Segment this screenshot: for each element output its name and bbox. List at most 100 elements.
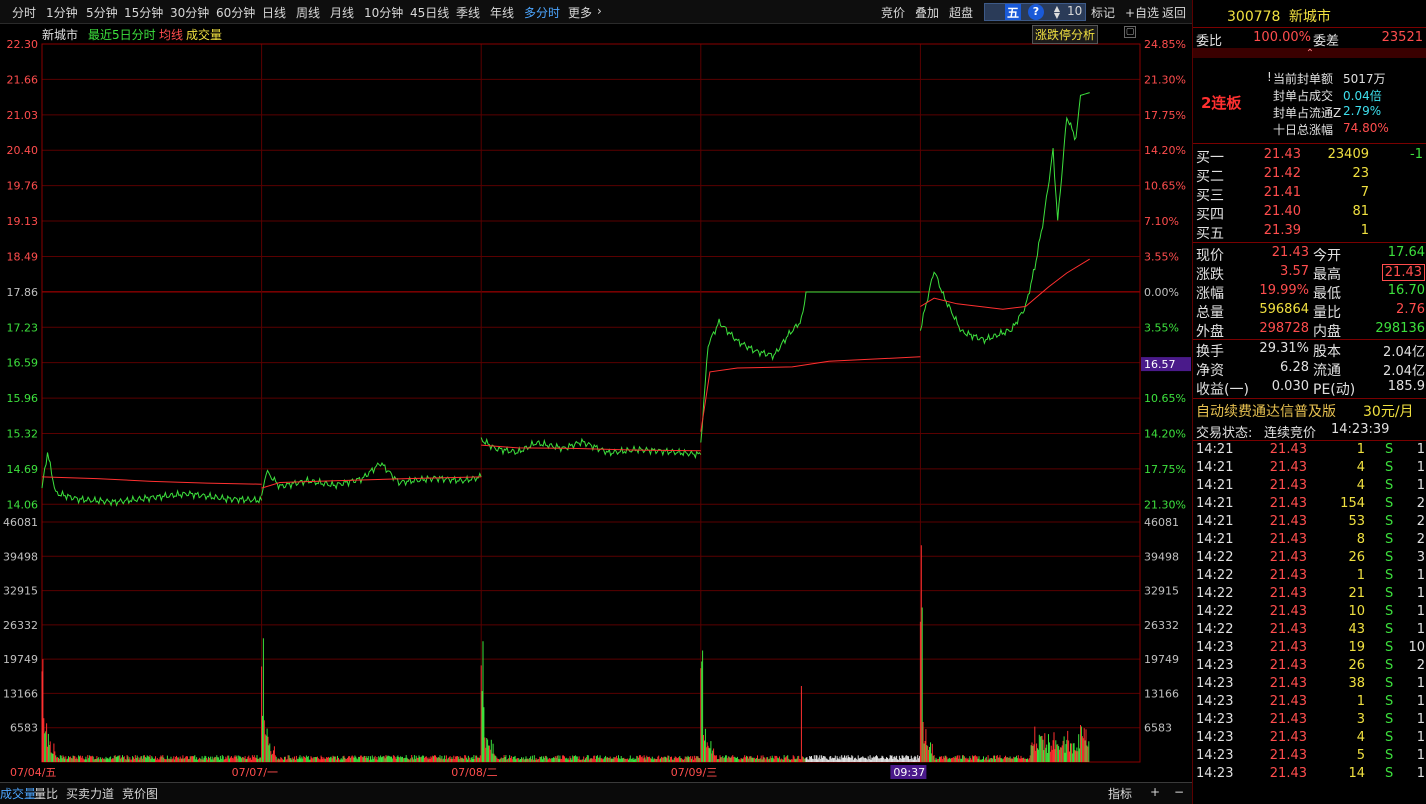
tick-row: 14:21 21.43 4 S 1 bbox=[1193, 460, 1426, 478]
tick-side: S bbox=[1385, 748, 1394, 763]
period-tab-3[interactable]: 15分钟 bbox=[124, 4, 163, 21]
volume-tick-label: 46081 bbox=[3, 516, 38, 529]
period-tab-5[interactable]: 60分钟 bbox=[216, 4, 255, 21]
five-grade-button[interactable]: 五 bbox=[1005, 4, 1022, 20]
tick-time: 14:21 bbox=[1196, 478, 1234, 493]
tick-time: 14:23 bbox=[1196, 730, 1234, 745]
tick-row: 14:23 21.43 5 S 1 bbox=[1193, 748, 1426, 766]
tick-time: 14:22 bbox=[1196, 586, 1234, 601]
zoom-in-button[interactable]: + bbox=[1150, 785, 1160, 799]
bid-price: 21.39 bbox=[1263, 223, 1301, 238]
tick-row: 14:23 21.43 14 S 1 bbox=[1193, 766, 1426, 784]
auction-button[interactable]: 竞价 bbox=[878, 3, 908, 21]
period-tab-2[interactable]: 5分钟 bbox=[86, 4, 118, 21]
price-tick-label: 19.76 bbox=[7, 180, 39, 193]
super-button[interactable]: 超盘 bbox=[946, 3, 976, 21]
bid-row[interactable]: 买二 21.42 23 bbox=[1193, 166, 1426, 185]
volume-tick-label-right: 46081 bbox=[1144, 516, 1179, 529]
fund-row: 收益(一) 0.030 PE(动) 185.9 bbox=[1193, 379, 1426, 398]
tick-price: 21.43 bbox=[1269, 586, 1307, 601]
more-chevron-icon[interactable]: › bbox=[597, 4, 602, 18]
tick-price: 21.43 bbox=[1269, 748, 1307, 763]
tick-volume: 1 bbox=[1356, 568, 1365, 583]
bid-row[interactable]: 买一 21.43 23409 -1 bbox=[1193, 147, 1426, 166]
date-label: 07/08/二 bbox=[451, 766, 497, 779]
mark-button[interactable]: 标记 bbox=[1088, 3, 1118, 21]
volume-tick-label: 19749 bbox=[3, 653, 38, 666]
tick-side: S bbox=[1385, 658, 1394, 673]
quote-label: 涨幅 bbox=[1196, 286, 1224, 302]
chart-canvas[interactable]: 22.30 24.85% 21.66 21.30% 21.03 17.75% 20.40 14… bbox=[0, 24, 1192, 782]
promo-text[interactable]: 自动续费通达信普及版 bbox=[1196, 401, 1336, 421]
tick-time: 14:21 bbox=[1196, 460, 1234, 475]
indicator-tab-0[interactable]: 成交量 bbox=[0, 785, 36, 802]
bid-volume: 23409 bbox=[1327, 147, 1369, 162]
period-tab-12[interactable]: 年线 bbox=[490, 4, 514, 21]
period-tab-10[interactable]: 45日线 bbox=[410, 4, 449, 21]
tick-row: 14:22 21.43 26 S 3 bbox=[1193, 550, 1426, 568]
tick-side: S bbox=[1385, 694, 1394, 709]
tick-row: 14:23 21.43 19 S 10 bbox=[1193, 640, 1426, 658]
tick-count: 2 bbox=[1416, 532, 1425, 547]
help-icon[interactable]: ? bbox=[1028, 4, 1044, 20]
overlay-button[interactable]: 叠加 bbox=[912, 3, 942, 21]
indicator-tab-2[interactable]: 买卖力道 bbox=[66, 785, 114, 802]
bid-row[interactable]: 买五 21.39 1 bbox=[1193, 223, 1426, 242]
collapse-icon[interactable]: ⌃ bbox=[1193, 48, 1426, 59]
pct-tick-label: 21.30% bbox=[1144, 73, 1186, 86]
chart-settings-icon[interactable]: ▢ bbox=[1124, 26, 1136, 38]
fund-value: 2.04亿 bbox=[1383, 364, 1425, 379]
period-tab-9[interactable]: 10分钟 bbox=[364, 4, 403, 21]
add-watchlist-button[interactable]: +自选 bbox=[1122, 3, 1162, 21]
price-line bbox=[700, 291, 921, 443]
price-tick-label: 15.96 bbox=[7, 392, 39, 405]
promo-price[interactable]: 30元/月 bbox=[1363, 401, 1414, 421]
bid-row[interactable]: 买三 21.41 7 bbox=[1193, 185, 1426, 204]
period-tab-1[interactable]: 1分钟 bbox=[46, 4, 78, 21]
period-tab-0[interactable]: 分时 bbox=[12, 4, 36, 21]
indicator-tab-1[interactable]: 量比 bbox=[34, 785, 58, 802]
stock-name: 新城市 bbox=[1288, 9, 1331, 25]
tick-count: 1 bbox=[1416, 694, 1425, 709]
tick-count: 1 bbox=[1416, 586, 1425, 601]
period-tab-4[interactable]: 30分钟 bbox=[170, 4, 209, 21]
quote-row: 涨跌 3.57 最高 21.43 bbox=[1193, 264, 1426, 283]
indicator-button[interactable]: 指标 bbox=[1108, 785, 1132, 802]
pct-tick-label: 14.20% bbox=[1144, 427, 1186, 440]
price-tick-label: 14.06 bbox=[7, 498, 39, 511]
tick-row: 14:23 21.43 4 S 1 bbox=[1193, 730, 1426, 748]
tick-volume: 43 bbox=[1348, 622, 1365, 637]
tick-price: 21.43 bbox=[1269, 550, 1307, 565]
quote-row: 涨幅 19.99% 最低 16.70 bbox=[1193, 283, 1426, 302]
stepper-icon[interactable]: ▲ ▼ bbox=[1053, 5, 1061, 20]
zoom-out-button[interactable]: − bbox=[1174, 785, 1184, 799]
period-tab-7[interactable]: 周线 bbox=[296, 4, 320, 21]
seal-value: 0.04倍 bbox=[1343, 89, 1382, 103]
volume-tick-label-right: 6583 bbox=[1144, 722, 1172, 735]
intraday-chart[interactable]: 22.30 24.85% 21.66 21.30% 21.03 17.75% 20.40 14… bbox=[0, 24, 1192, 782]
price-tick-label: 19.13 bbox=[7, 215, 39, 228]
period-tab-14[interactable]: 更多 bbox=[568, 4, 592, 21]
tick-time: 14:23 bbox=[1196, 748, 1234, 763]
quote-label: 涨跌 bbox=[1196, 267, 1224, 283]
tick-side: S bbox=[1385, 676, 1394, 691]
seal-label: 十日总涨幅 bbox=[1273, 123, 1334, 137]
period-tab-8[interactable]: 月线 bbox=[330, 4, 354, 21]
trade-status-value: 连续竞价 bbox=[1264, 426, 1317, 441]
period-tab-13[interactable]: 多分时 bbox=[524, 4, 560, 21]
pct-tick-label: 10.65% bbox=[1144, 180, 1186, 193]
count-field[interactable]: 10 bbox=[1064, 3, 1085, 21]
indicator-tab-3[interactable]: 竞价图 bbox=[122, 785, 158, 802]
quote-label: 外盘 bbox=[1196, 324, 1224, 340]
period-tab-6[interactable]: 日线 bbox=[262, 4, 286, 21]
quote-value: 3.57 bbox=[1280, 264, 1309, 279]
period-tab-11[interactable]: 季线 bbox=[456, 4, 480, 21]
pct-tick-label: 21.30% bbox=[1144, 498, 1186, 511]
bid-row[interactable]: 买四 21.40 81 bbox=[1193, 204, 1426, 223]
weicha-value: 23521 bbox=[1381, 30, 1423, 45]
back-button[interactable]: 返回 bbox=[1159, 3, 1189, 21]
limit-analysis-button[interactable]: 涨跌停分析 bbox=[1032, 25, 1099, 44]
volume-tick-label-right: 26332 bbox=[1144, 619, 1179, 632]
tick-volume: 5 bbox=[1356, 748, 1365, 763]
tick-time: 14:23 bbox=[1196, 766, 1234, 781]
